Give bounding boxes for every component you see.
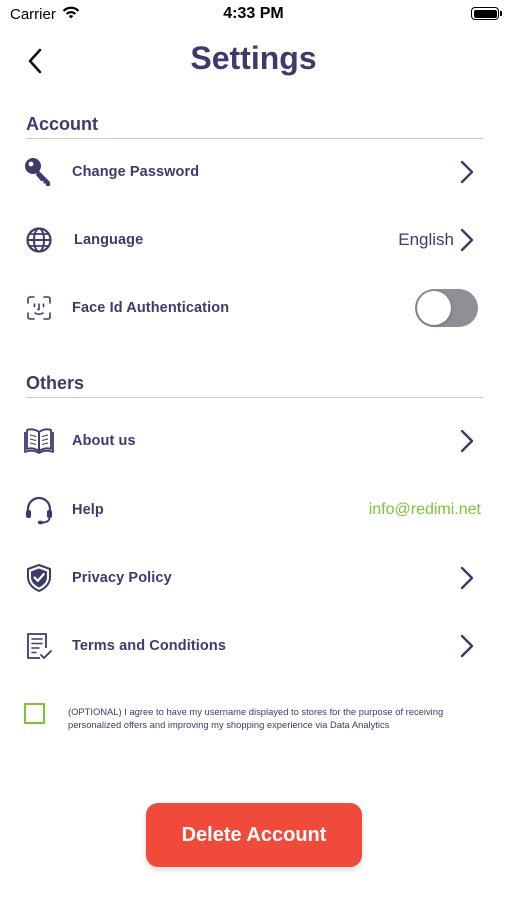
settings-item-label: Terms and Conditions	[72, 638, 226, 654]
document-icon	[22, 629, 56, 663]
settings-item-label: Privacy Policy	[72, 570, 172, 586]
chevron-right-icon	[456, 631, 478, 661]
settings-item-terms[interactable]: Terms and Conditions	[0, 618, 507, 674]
settings-item-privacy-policy[interactable]: Privacy Policy	[0, 550, 507, 606]
consent-text: (OPTIONAL) I agree to have my username d…	[68, 706, 444, 730]
chevron-right-icon	[456, 563, 478, 593]
settings-item-language[interactable]: Language English	[0, 212, 507, 268]
settings-item-change-password[interactable]: Change Password	[0, 144, 507, 200]
battery-icon	[471, 7, 502, 20]
clock: 4:33 PM	[223, 5, 284, 22]
key-icon	[22, 155, 56, 189]
delete-account-button[interactable]: Delete Account	[146, 803, 362, 867]
page-title: Settings	[190, 40, 317, 76]
chevron-right-icon	[456, 426, 478, 456]
settings-item-label: Language	[74, 232, 144, 248]
settings-item-about-us[interactable]: About us	[0, 413, 507, 469]
settings-item-help[interactable]: Help info@redimi.net	[0, 482, 507, 538]
face-id-toggle[interactable]	[415, 289, 478, 327]
shield-icon	[22, 561, 56, 595]
headset-icon	[22, 493, 56, 527]
settings-item-label: Help	[72, 502, 104, 518]
settings-item-label: Face Id Authentication	[72, 300, 230, 316]
consent-block: (OPTIONAL) I agree to have my username d…	[0, 700, 507, 746]
settings-item-label: Change Password	[72, 164, 200, 180]
help-email-link[interactable]: info@redimi.net	[369, 501, 481, 519]
chevron-right-icon	[456, 157, 478, 187]
battery-tip	[500, 11, 502, 16]
book-icon	[22, 424, 56, 458]
face-id-icon	[22, 291, 56, 325]
status-bar: Carrier 4:33 PM	[0, 0, 507, 30]
settings-item-label: About us	[72, 433, 136, 449]
section-header-others: Others	[26, 373, 483, 398]
globe-icon	[22, 223, 56, 257]
language-value: English	[398, 230, 454, 249]
chevron-right-icon	[456, 225, 478, 255]
consent-checkbox[interactable]	[24, 703, 45, 724]
section-header-account: Account	[26, 114, 483, 139]
battery-level	[473, 9, 497, 18]
settings-item-face-id: Face Id Authentication	[0, 280, 507, 336]
nav-header: Settings	[0, 30, 507, 92]
toggle-knob	[417, 291, 451, 325]
